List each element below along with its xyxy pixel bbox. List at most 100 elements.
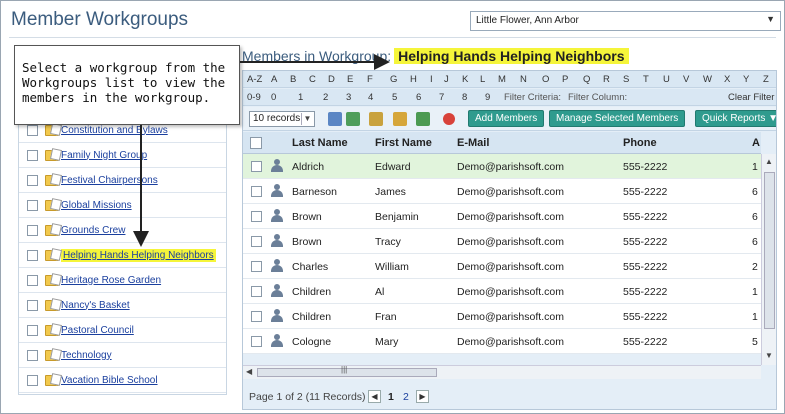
workgroup-checkbox[interactable] (27, 349, 38, 361)
cell-email[interactable]: Demo@parishsoft.com (457, 261, 564, 273)
alpha-filter-link[interactable]: C (309, 74, 316, 85)
alpha-filter-link[interactable]: R (603, 74, 610, 85)
alpha-filter-link[interactable]: O (542, 74, 549, 85)
workgroup-item[interactable]: Technology (19, 343, 226, 368)
alpha-filter-link[interactable]: A-Z (247, 74, 262, 85)
numeric-filter-link[interactable]: 5 (392, 92, 397, 103)
alpha-filter-link[interactable]: M (498, 74, 506, 85)
workgroup-link[interactable]: Global Missions (61, 200, 132, 211)
table-row[interactable]: Brown Benjamin Demo@parishsoft.com 555-2… (243, 204, 761, 229)
numeric-filter-link[interactable]: 8 (462, 92, 467, 103)
workgroup-item[interactable]: Grounds Crew (19, 218, 226, 243)
workgroup-item[interactable]: Pastoral Council (19, 318, 226, 343)
row-checkbox[interactable] (251, 311, 262, 322)
numeric-filter-link[interactable]: 4 (368, 92, 373, 103)
alpha-filter-link[interactable]: N (520, 74, 527, 85)
alpha-filter-link[interactable]: Z (763, 74, 769, 85)
workgroup-checkbox[interactable] (27, 274, 38, 286)
alpha-filter-link[interactable]: H (410, 74, 417, 85)
page-number[interactable]: 2 (403, 391, 409, 403)
workgroup-link[interactable]: Festival Chairpersons (61, 175, 158, 186)
workgroup-link[interactable]: Heritage Rose Garden (61, 275, 161, 286)
alpha-filter-link[interactable]: X (724, 74, 730, 85)
numeric-filter-link[interactable]: 0-9 (247, 92, 261, 103)
vertical-scroll-thumb[interactable] (764, 172, 775, 329)
row-checkbox[interactable] (251, 261, 262, 272)
alpha-filter-link[interactable]: T (643, 74, 649, 85)
column-header-first-name[interactable]: First Name (375, 137, 432, 149)
row-checkbox[interactable] (251, 211, 262, 222)
export-icon[interactable] (328, 112, 342, 126)
row-checkbox[interactable] (251, 336, 262, 347)
workgroup-link[interactable]: Pastoral Council (61, 325, 134, 336)
select-all-checkbox[interactable] (250, 137, 262, 149)
alpha-filter-link[interactable]: L (480, 74, 485, 85)
scroll-up-icon[interactable]: ▲ (765, 157, 773, 166)
workgroup-checkbox[interactable] (27, 224, 38, 236)
alpha-filter-link[interactable]: Q (583, 74, 590, 85)
workgroup-link[interactable]: Constitution and Bylaws (61, 125, 168, 136)
alpha-filter-link[interactable]: J (444, 74, 449, 85)
workgroup-checkbox[interactable] (27, 174, 38, 186)
cell-email[interactable]: Demo@parishsoft.com (457, 161, 564, 173)
cell-email[interactable]: Demo@parishsoft.com (457, 211, 564, 223)
column-header-a[interactable]: A (752, 137, 760, 149)
row-checkbox[interactable] (251, 286, 262, 297)
delete-icon[interactable] (443, 113, 455, 125)
table-row[interactable]: Children Al Demo@parishsoft.com 555-2222… (243, 279, 761, 304)
alpha-filter-link[interactable]: F (367, 74, 373, 85)
vertical-scrollbar[interactable]: ▲ ▼ (761, 154, 776, 365)
column-header-email[interactable]: E-Mail (457, 137, 489, 149)
alpha-filter-link[interactable]: E (347, 74, 353, 85)
cell-email[interactable]: Demo@parishsoft.com (457, 311, 564, 323)
table-row[interactable]: Aldrich Edward Demo@parishsoft.com 555-2… (243, 154, 761, 179)
workgroup-item[interactable]: Festival Chairpersons (19, 168, 226, 193)
workgroup-link[interactable]: Family Night Group (61, 150, 147, 161)
parish-select[interactable]: Little Flower, Ann Arbor ▼ (470, 11, 781, 31)
workgroup-checkbox[interactable] (27, 199, 38, 211)
workgroup-link[interactable]: Nancy's Basket (61, 300, 130, 311)
workgroup-item[interactable]: Family Night Group (19, 143, 226, 168)
numeric-filter-link[interactable]: 3 (346, 92, 351, 103)
table-row[interactable]: Cologne Mary Demo@parishsoft.com 555-222… (243, 329, 761, 354)
cell-email[interactable]: Demo@parishsoft.com (457, 236, 564, 248)
numeric-filter-link[interactable]: 0 (271, 92, 276, 103)
cell-email[interactable]: Demo@parishsoft.com (457, 186, 564, 198)
scroll-down-icon[interactable]: ▼ (765, 351, 773, 360)
workgroup-item[interactable]: Global Missions (19, 193, 226, 218)
alpha-filter-link[interactable]: D (328, 74, 335, 85)
alpha-filter-link[interactable]: B (290, 74, 296, 85)
numeric-filter-link[interactable]: 2 (323, 92, 328, 103)
numeric-filter-link[interactable]: 9 (485, 92, 490, 103)
alpha-filter-link[interactable]: S (623, 74, 629, 85)
horizontal-scrollbar[interactable]: ◀ ||| (243, 365, 761, 379)
manage-selected-members-button[interactable]: Manage Selected Members (549, 110, 686, 127)
workgroup-item[interactable]: Vacation Bible School (19, 368, 226, 393)
workgroup-link-highlighted[interactable]: Helping Hands Helping Neighbors (61, 248, 216, 262)
row-checkbox[interactable] (251, 161, 262, 172)
scroll-left-icon[interactable]: ◀ (246, 367, 252, 376)
workgroup-checkbox[interactable] (27, 324, 38, 336)
clear-filter-link[interactable]: Clear Filter (728, 92, 774, 103)
prev-page-icon[interactable]: ◀ (368, 390, 381, 403)
row-checkbox[interactable] (251, 186, 262, 197)
email-icon[interactable] (369, 112, 383, 126)
workgroup-item[interactable]: Nancy's Basket (19, 293, 226, 318)
next-page-icon[interactable]: ▶ (416, 390, 429, 403)
workgroup-checkbox[interactable] (27, 149, 38, 161)
numeric-filter-link[interactable]: 1 (298, 92, 303, 103)
alpha-filter-link[interactable]: I (430, 74, 433, 85)
print-icon[interactable] (393, 112, 407, 126)
workgroup-link[interactable]: Vacation Bible School (61, 375, 158, 386)
workgroup-checkbox[interactable] (27, 124, 38, 136)
row-checkbox[interactable] (251, 236, 262, 247)
workgroup-item[interactable]: Helping Hands Helping Neighbors (19, 243, 226, 268)
column-header-phone[interactable]: Phone (623, 137, 657, 149)
records-per-page-select[interactable]: 10 records ▼ (249, 111, 315, 127)
workgroup-checkbox[interactable] (27, 249, 38, 261)
page-number-current[interactable]: 1 (388, 391, 394, 403)
numeric-filter-link[interactable]: 6 (416, 92, 421, 103)
table-row[interactable]: Children Fran Demo@parishsoft.com 555-22… (243, 304, 761, 329)
numeric-filter-link[interactable]: 7 (439, 92, 444, 103)
refresh-icon[interactable] (346, 112, 360, 126)
